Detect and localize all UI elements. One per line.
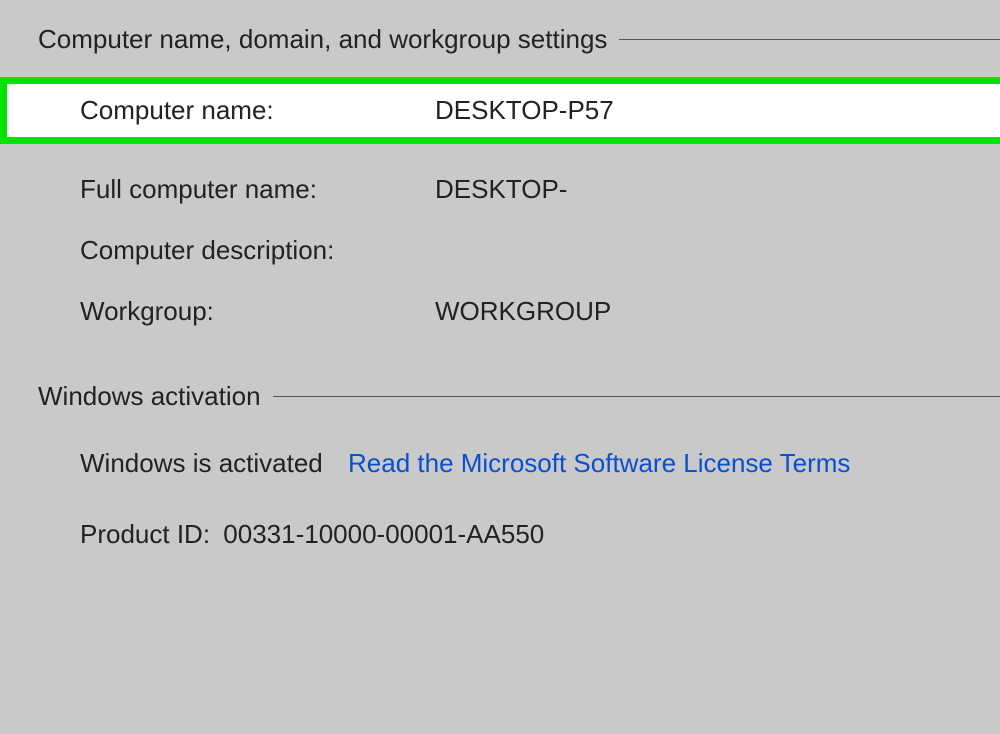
license-terms-link[interactable]: Read the Microsoft Software License Term… bbox=[348, 448, 850, 478]
computer-description-label: Computer description: bbox=[80, 235, 435, 266]
computer-name-value: DESKTOP-P57 bbox=[435, 95, 614, 126]
workgroup-label: Workgroup: bbox=[80, 296, 435, 327]
section-divider bbox=[273, 396, 1000, 397]
full-computer-name-label: Full computer name: bbox=[80, 174, 435, 205]
section-heading-computer: Computer name, domain, and workgroup set… bbox=[38, 24, 607, 55]
product-id-value: 00331-10000-00001-AA550 bbox=[223, 519, 544, 549]
full-computer-name-value: DESKTOP- bbox=[435, 174, 567, 205]
product-id-label: Product ID: bbox=[80, 519, 210, 549]
workgroup-value: WORKGROUP bbox=[435, 296, 611, 327]
section-header-computer: Computer name, domain, and workgroup set… bbox=[0, 24, 1000, 55]
activation-status-row: Windows is activated Read the Microsoft … bbox=[0, 448, 1000, 479]
highlighted-row-frame: Computer name: DESKTOP-P57 bbox=[0, 77, 1000, 144]
section-header-activation: Windows activation bbox=[0, 381, 1000, 412]
workgroup-row: Workgroup: WORKGROUP bbox=[0, 296, 1000, 327]
product-id-row: Product ID: 00331-10000-00001-AA550 bbox=[0, 519, 1000, 550]
computer-name-row: Computer name: DESKTOP-P57 bbox=[7, 84, 1000, 137]
full-computer-name-row: Full computer name: DESKTOP- bbox=[0, 174, 1000, 205]
activation-status-text: Windows is activated bbox=[80, 448, 323, 478]
section-divider bbox=[619, 39, 1000, 40]
section-heading-activation: Windows activation bbox=[38, 381, 261, 412]
computer-description-row: Computer description: bbox=[0, 235, 1000, 266]
computer-name-label: Computer name: bbox=[80, 95, 435, 126]
